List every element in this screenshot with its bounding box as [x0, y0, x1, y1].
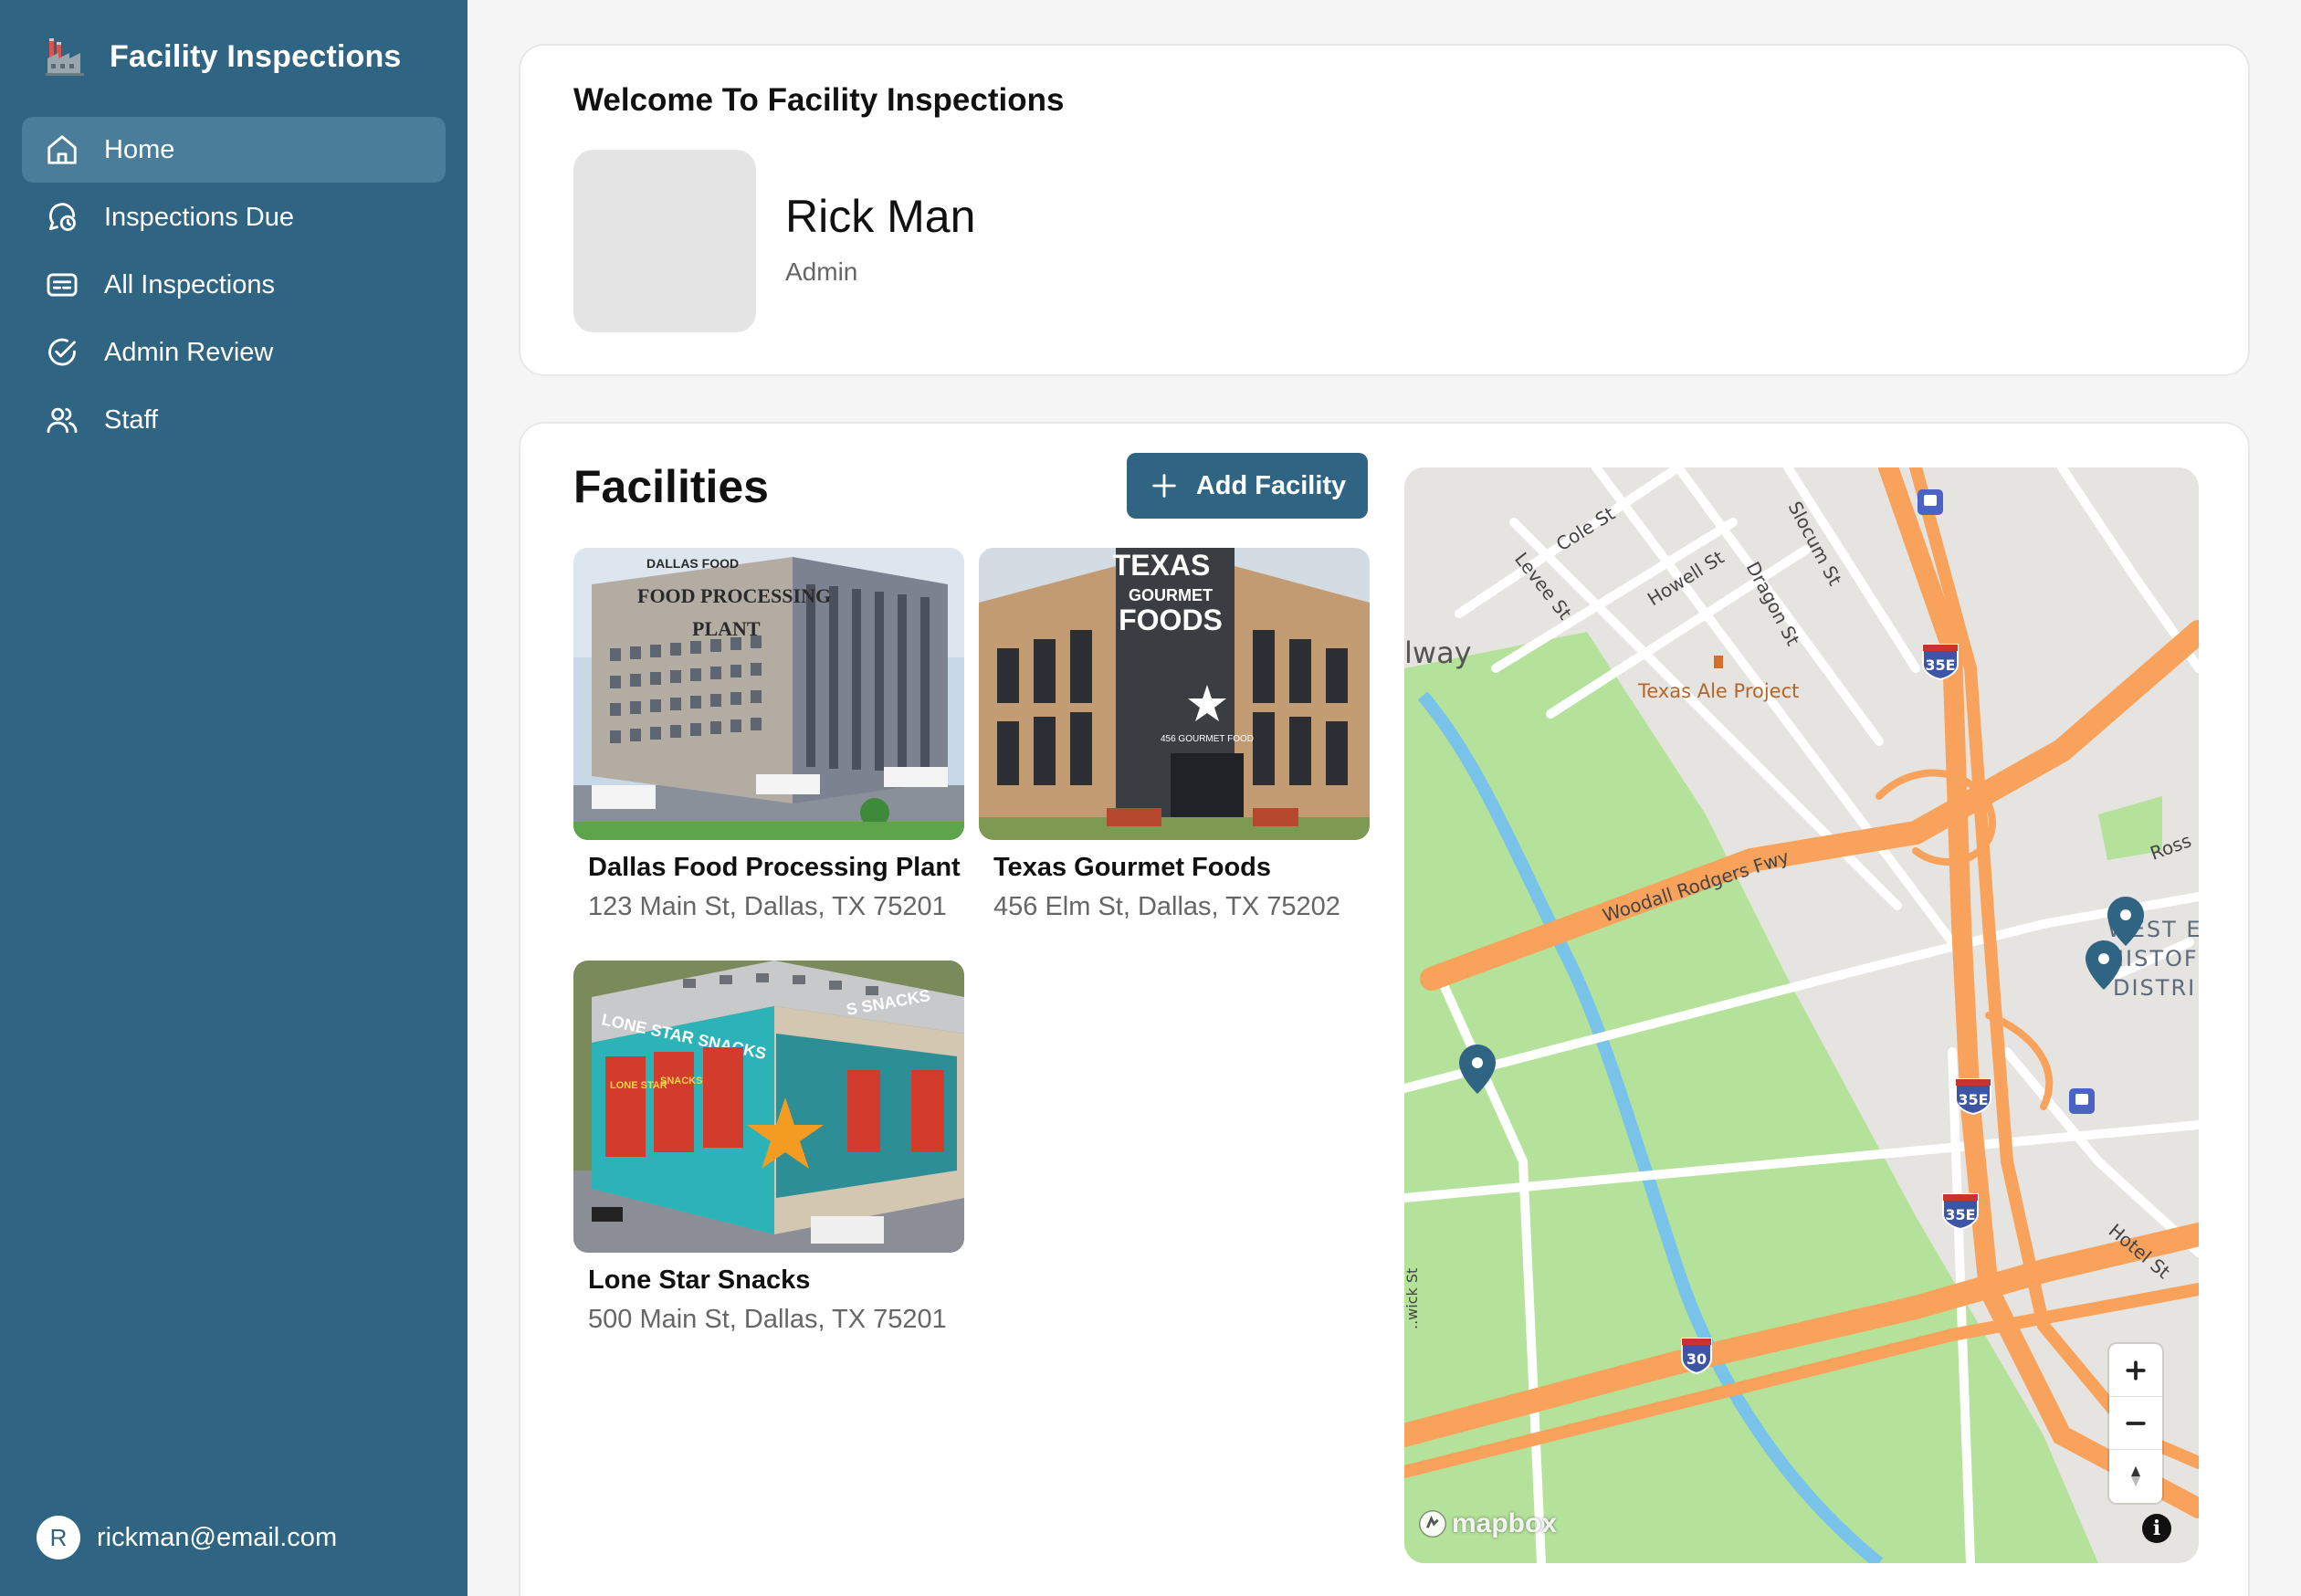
- app-title: Facility Inspections: [110, 38, 402, 74]
- check-circle-icon: [44, 334, 80, 371]
- facility-photo: DALLAS FOOD FOOD PROCESSING PLANT: [573, 548, 964, 840]
- facility-card-dallas-food-processing[interactable]: DALLAS FOOD FOOD PROCESSING PLANT Dallas…: [573, 548, 964, 922]
- interstate-shield-icon: 35E: [1955, 1078, 1991, 1116]
- facility-name: Texas Gourmet Foods: [993, 853, 1272, 882]
- add-facility-label: Add Facility: [1195, 470, 1347, 500]
- compass-button[interactable]: [2109, 1450, 2162, 1503]
- list-card-icon: [44, 267, 80, 303]
- compass-icon: [2131, 1465, 2140, 1487]
- map-poi-label: Texas Ale Project: [1637, 680, 1799, 702]
- clock-chat-icon: [44, 199, 80, 236]
- image-sign-text: DALLAS FOOD: [646, 556, 739, 571]
- profile-photo: [573, 150, 756, 332]
- info-icon: i: [2152, 1517, 2161, 1540]
- facility-card-lone-star-snacks[interactable]: LONE STAR SNACKS S SNACKS LONE STAR SNAC…: [573, 961, 964, 1335]
- profile-name: Rick Man: [785, 191, 976, 242]
- map-label: lway: [1404, 635, 1472, 670]
- facility-card-texas-gourmet-foods[interactable]: TEXAS GOURMET FOODS 456 GOURMET FOOD Tex…: [979, 548, 1370, 922]
- image-sign-text: SNACKS: [660, 1076, 702, 1087]
- image-sign-text: FOOD PROCESSING: [637, 584, 831, 607]
- image-sign-text: LONE STAR: [610, 1080, 667, 1091]
- beer-icon: [1714, 656, 1723, 668]
- facility-address: 500 Main St, Dallas, TX 75201: [588, 1305, 947, 1334]
- welcome-card: Welcome To Facility Inspections Rick Man…: [519, 44, 2250, 376]
- map-label: ..wick St: [1404, 1268, 1421, 1329]
- facility-address: 123 Main St, Dallas, TX 75201: [588, 892, 947, 921]
- sidebar-item-label: Staff: [104, 404, 159, 435]
- image-sign-text: TEXAS: [1113, 549, 1211, 582]
- attribution-info-button[interactable]: i: [2142, 1514, 2171, 1543]
- map-zoom-controls: [2109, 1344, 2162, 1503]
- sidebar-item-home[interactable]: Home: [22, 117, 446, 183]
- image-sign-text: GOURMET: [1129, 586, 1213, 604]
- profile-role: Admin: [785, 257, 858, 286]
- sidebar-item-all-inspections[interactable]: All Inspections: [22, 252, 446, 318]
- interstate-shield-icon: 35E: [1922, 644, 1959, 681]
- plus-icon: [2126, 1360, 2146, 1381]
- shield-label: 35E: [1925, 656, 1955, 674]
- sidebar-item-admin-review[interactable]: Admin Review: [22, 320, 446, 385]
- zoom-in-button[interactable]: [2109, 1344, 2162, 1397]
- sidebar-item-inspections-due[interactable]: Inspections Due: [22, 184, 446, 250]
- image-sign-text: 456 GOURMET FOOD: [1161, 734, 1254, 744]
- facilities-title: Facilities: [573, 461, 769, 512]
- map-label: DISTRI: [2113, 975, 2196, 1001]
- facility-address: 456 Elm St, Dallas, TX 75202: [993, 892, 1340, 921]
- train-station-icon: [1918, 489, 1943, 515]
- user-account[interactable]: R rickman@email.com: [37, 1516, 337, 1559]
- facility-name: Lone Star Snacks: [588, 1265, 811, 1295]
- facilities-map[interactable]: Cole St Levee St Howell St Dragon St Slo…: [1404, 467, 2199, 1563]
- mapbox-logo-icon: [1419, 1510, 1446, 1538]
- facility-photo: TEXAS GOURMET FOODS 456 GOURMET FOOD: [979, 548, 1370, 840]
- train-station-icon: [2069, 1088, 2095, 1114]
- shield-label: 35E: [1945, 1206, 1975, 1223]
- sidebar: Facility Inspections Home Inspections Du…: [0, 0, 468, 1596]
- facility-name: Dallas Food Processing Plant: [588, 853, 961, 882]
- user-email: rickman@email.com: [97, 1522, 338, 1552]
- interstate-shield-icon: 35E: [1942, 1193, 1979, 1231]
- zoom-out-button[interactable]: [2109, 1397, 2162, 1450]
- factory-logo-icon: [44, 35, 88, 79]
- sidebar-item-staff[interactable]: Staff: [22, 387, 446, 453]
- image-sign-text: PLANT: [692, 617, 761, 640]
- interstate-shield-icon: 30: [1681, 1338, 1712, 1375]
- facilities-card: Facilities Add Facility DALLAS FOOD FOOD…: [519, 422, 2250, 1596]
- shield-label: 30: [1686, 1350, 1707, 1368]
- mapbox-logo[interactable]: mapbox: [1417, 1508, 1557, 1539]
- facility-photo: LONE STAR SNACKS S SNACKS LONE STAR SNAC…: [573, 961, 964, 1253]
- sidebar-item-label: Admin Review: [104, 337, 274, 367]
- mapbox-brand: mapbox: [1452, 1508, 1558, 1538]
- users-icon: [44, 402, 80, 438]
- sidebar-item-label: Inspections Due: [104, 202, 294, 232]
- sidebar-nav: Home Inspections Due All Inspections Adm…: [22, 117, 446, 455]
- sidebar-item-label: Home: [104, 134, 175, 164]
- image-sign-text: FOODS: [1119, 604, 1223, 636]
- map-canvas[interactable]: Cole St Levee St Howell St Dragon St Slo…: [1404, 467, 2199, 1563]
- minus-icon: [2126, 1421, 2146, 1425]
- welcome-title: Welcome To Facility Inspections: [573, 82, 1065, 118]
- shield-label: 35E: [1958, 1091, 1988, 1108]
- add-facility-button[interactable]: Add Facility: [1127, 453, 1368, 519]
- home-icon: [44, 131, 80, 168]
- avatar: R: [37, 1516, 80, 1559]
- plus-icon: [1152, 474, 1176, 498]
- sidebar-item-label: All Inspections: [104, 269, 275, 299]
- brand[interactable]: Facility Inspections: [44, 35, 402, 79]
